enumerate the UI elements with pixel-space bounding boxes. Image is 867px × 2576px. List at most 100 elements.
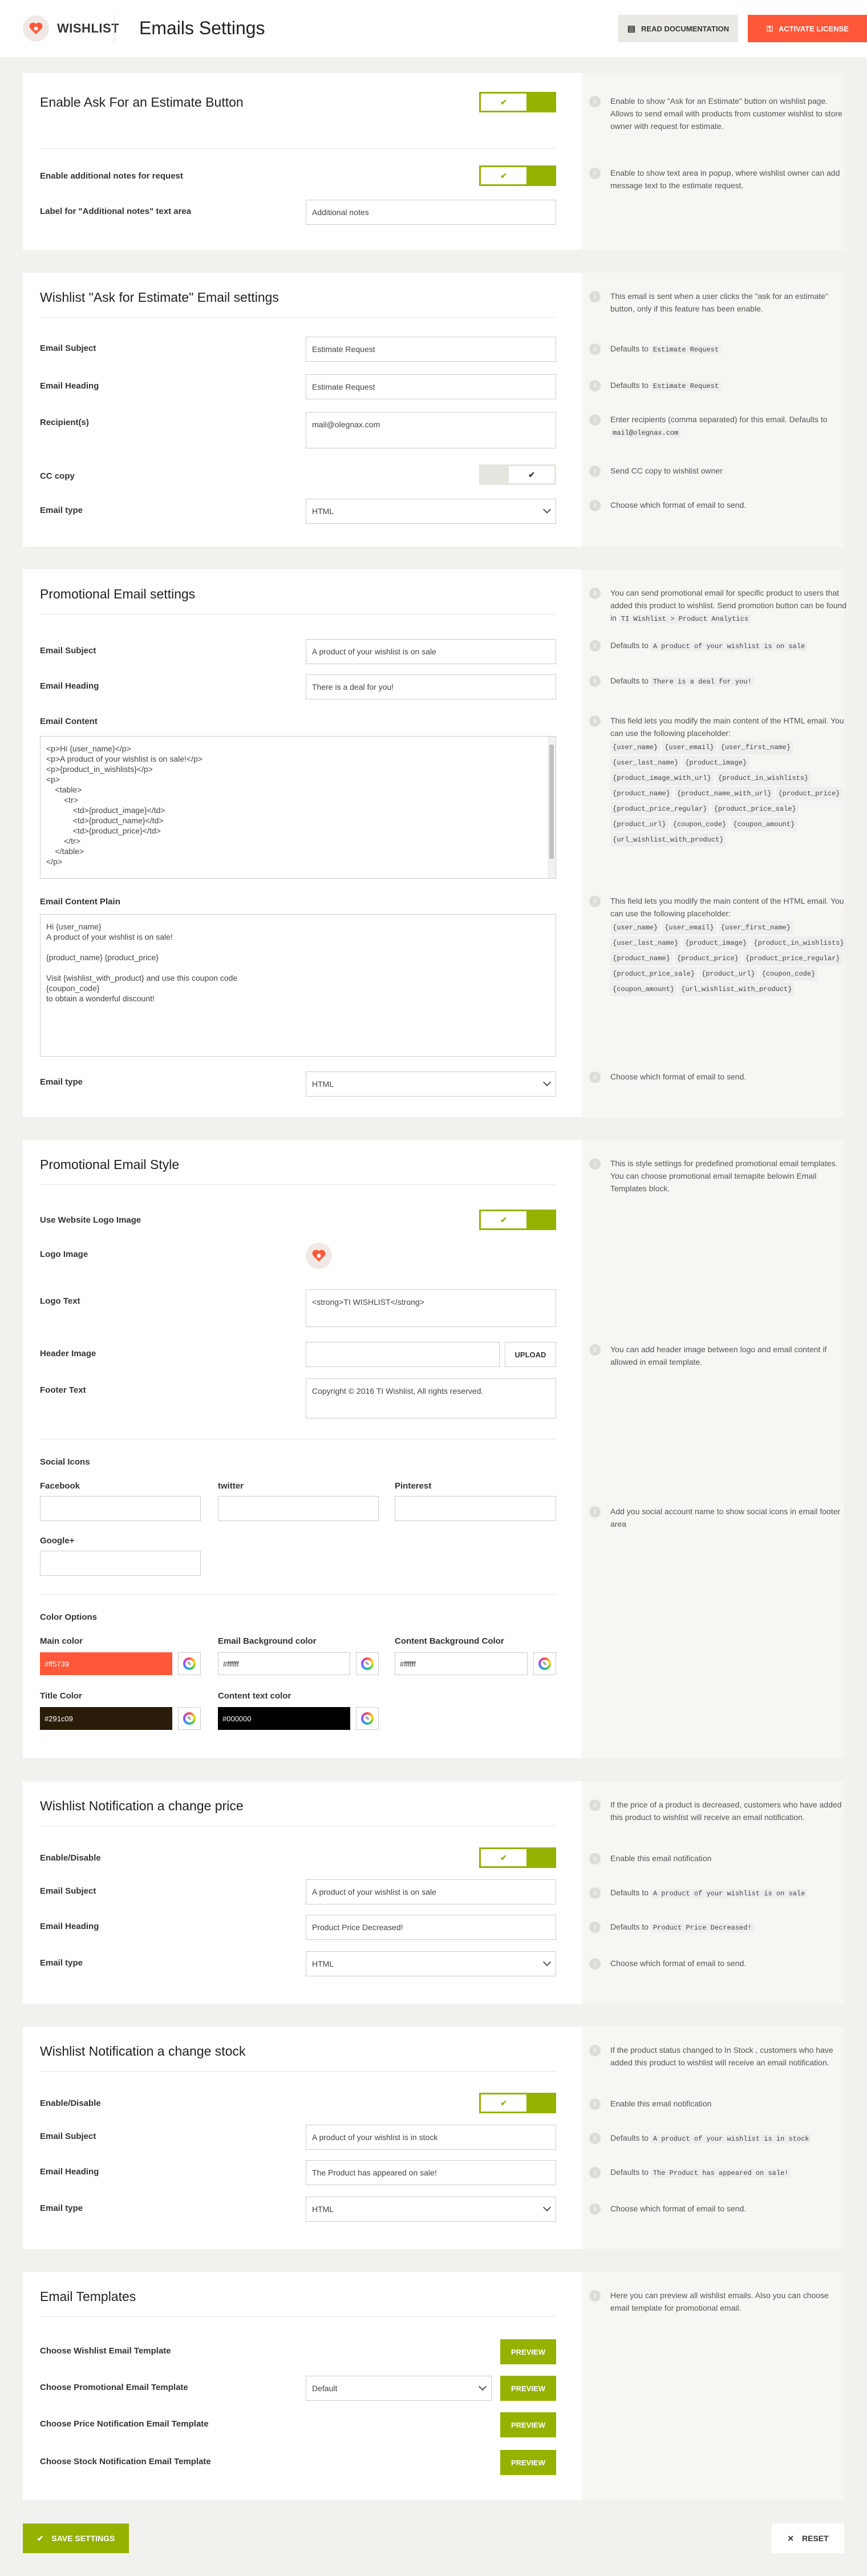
header-image-input[interactable] xyxy=(306,1342,500,1367)
plain-textarea[interactable]: Hi {user_name} A product of your wishlis… xyxy=(40,914,556,1057)
color-wheel-icon[interactable]: ✎ xyxy=(533,1652,556,1675)
subject-input[interactable]: A product of your wishlist is on sale xyxy=(306,1879,556,1904)
color-wheel-icon[interactable]: ✎ xyxy=(356,1707,379,1730)
promo-template-select[interactable]: Default xyxy=(306,2376,492,2401)
promo-style-section: Promotional Email Style Use Website Logo… xyxy=(23,1140,844,1758)
googleplus-input[interactable] xyxy=(40,1551,201,1576)
note: You can send promotional email for speci… xyxy=(610,588,847,624)
googleplus-label: Google+ xyxy=(40,1536,75,1546)
heading-input[interactable]: The Product has appeared on sale! xyxy=(306,2160,556,2185)
note: Choose which format of email to send. xyxy=(610,500,747,509)
note: You can add header image between logo an… xyxy=(610,1345,827,1366)
type-select[interactable]: HTML xyxy=(306,499,556,524)
heading-input[interactable]: There is a deal for you! xyxy=(306,674,556,699)
note: Here you can preview all wishlist emails… xyxy=(610,2291,829,2312)
color-wheel-icon[interactable]: ✎ xyxy=(178,1652,201,1675)
title-color-picker[interactable]: #291c09 ✎ xyxy=(40,1707,201,1730)
heading-label: Email Heading xyxy=(40,681,99,691)
heading-input[interactable]: Product Price Decreased! xyxy=(306,1915,556,1940)
placeholder-code: {product_in_wishlists} xyxy=(715,771,811,785)
info-icon: i xyxy=(589,1344,601,1356)
check-icon: ✔ xyxy=(481,1211,526,1228)
info-icon: i xyxy=(589,414,601,426)
info-icon: i xyxy=(589,1506,601,1518)
section-title: Enable Ask For an Estimate Button xyxy=(40,95,244,110)
content-label: Email Content xyxy=(40,717,98,726)
content-bg-label: Content Background Color xyxy=(395,1636,504,1646)
read-documentation-button[interactable]: ▤ READ DOCUMENTATION xyxy=(618,15,738,42)
section-title: Wishlist Notification a change stock xyxy=(40,2044,246,2059)
check-icon: ✔ xyxy=(481,2094,526,2112)
placeholder-code: {product_url} xyxy=(699,967,757,981)
type-select[interactable]: HTML xyxy=(306,1951,556,1976)
reset-button[interactable]: ✕ RESET xyxy=(772,2524,844,2553)
preview-button[interactable]: PREVIEW xyxy=(500,2376,556,2401)
subject-input[interactable]: A product of your wishlist is on sale xyxy=(306,639,556,664)
plain-label: Email Content Plain xyxy=(40,897,120,907)
color-wheel-icon[interactable]: ✎ xyxy=(356,1652,379,1675)
notes-label: Enable additional notes for request xyxy=(40,171,183,181)
email-bg-picker[interactable]: #ffffff ✎ xyxy=(218,1652,379,1675)
placeholder-code: {user_first_name} xyxy=(718,921,793,935)
info-icon: i xyxy=(589,2290,601,2302)
main-color-picker[interactable]: #ff5739 ✎ xyxy=(40,1652,201,1675)
estimate-email-section: Wishlist "Ask for Estimate" Email settin… xyxy=(23,273,844,547)
preview-button[interactable]: PREVIEW xyxy=(500,2339,556,2364)
twitter-input[interactable] xyxy=(218,1496,379,1521)
content-textarea[interactable]: <p>Hi {user_name}</p> <p>A product of yo… xyxy=(40,736,556,879)
check-icon: ✔ xyxy=(481,1849,526,1866)
recipients-input[interactable]: mail@olegnax.com xyxy=(306,412,556,448)
preview-button[interactable]: PREVIEW xyxy=(500,2412,556,2437)
content-bg-picker[interactable]: #ffffff ✎ xyxy=(395,1652,556,1675)
subject-label: Email Subject xyxy=(40,646,96,656)
note: Defaults to Estimate Request xyxy=(610,379,850,393)
logo-text-input[interactable]: <strong>TI WISHLIST</strong> xyxy=(306,1289,556,1327)
heading-input[interactable]: Estimate Request xyxy=(306,374,556,399)
placeholder-code: {user_email} xyxy=(662,741,716,754)
estimate-button-section: Enable Ask For an Estimate Button ✔ Enab… xyxy=(23,73,844,250)
note: Choose which format of email to send. xyxy=(610,1072,747,1081)
pinterest-input[interactable] xyxy=(395,1496,556,1521)
use-logo-toggle[interactable]: ✔ xyxy=(479,1210,556,1230)
placeholder-code: {product_name} xyxy=(610,952,672,965)
type-label: Email type xyxy=(40,1077,83,1087)
check-icon: ✔ xyxy=(37,2533,44,2543)
note: Enable this email notification xyxy=(610,2099,712,2108)
scrollbar[interactable] xyxy=(548,737,556,878)
footer-text-input[interactable]: Copyright © 2016 TI Wishlist, All rights… xyxy=(306,1378,556,1418)
cc-toggle[interactable]: ✔ xyxy=(479,464,556,485)
heading-label: Email Heading xyxy=(40,381,99,391)
info-icon: i xyxy=(589,2203,601,2215)
estimate-toggle[interactable]: ✔ xyxy=(479,92,556,112)
placeholder-code: {url_wishlist_with_product} xyxy=(679,982,795,996)
note: Enable this email notification xyxy=(610,1854,712,1863)
main-color-label: Main color xyxy=(40,1636,83,1646)
save-settings-button[interactable]: ✔ SAVE SETTINGS xyxy=(23,2524,129,2553)
enable-toggle[interactable]: ✔ xyxy=(479,1847,556,1868)
social-title: Social Icons xyxy=(40,1457,90,1467)
enable-toggle[interactable]: ✔ xyxy=(479,2093,556,2113)
note: If the price of a product is decreased, … xyxy=(610,1800,842,1822)
notes-text-input[interactable]: Additional notes xyxy=(306,200,556,225)
placeholder-code: {product_in_wishlists} xyxy=(751,936,846,950)
info-icon: i xyxy=(589,1158,601,1170)
subject-input[interactable]: A product of your wishlist is in stock xyxy=(306,2125,556,2150)
info-icon: i xyxy=(589,1799,601,1811)
info-icon: i xyxy=(589,640,601,652)
upload-button[interactable]: UPLOAD xyxy=(505,1342,556,1367)
text-color-picker[interactable]: #000000 ✎ xyxy=(218,1707,379,1730)
note: This field lets you modify the main cont… xyxy=(610,714,850,847)
note: Defaults to Product Price Decreased! xyxy=(610,1920,850,1934)
preview-button[interactable]: PREVIEW xyxy=(500,2450,556,2475)
top-bar: WISHLIST Emails Settings ▤ READ DOCUMENT… xyxy=(0,0,867,57)
activate-license-button[interactable]: ⚿ ACTIVATE LICENSE xyxy=(748,15,867,42)
type-label: Email type xyxy=(40,1958,83,1968)
notes-toggle[interactable]: ✔ xyxy=(479,165,556,186)
type-select[interactable]: HTML xyxy=(306,2197,556,2222)
info-icon: i xyxy=(589,715,601,727)
subject-input[interactable]: Estimate Request xyxy=(306,337,556,362)
color-wheel-icon[interactable]: ✎ xyxy=(178,1707,201,1730)
type-select[interactable]: HTML xyxy=(306,1071,556,1097)
facebook-input[interactable] xyxy=(40,1496,201,1521)
promo-email-section: Promotional Email settings Email Subject… xyxy=(23,569,846,1117)
